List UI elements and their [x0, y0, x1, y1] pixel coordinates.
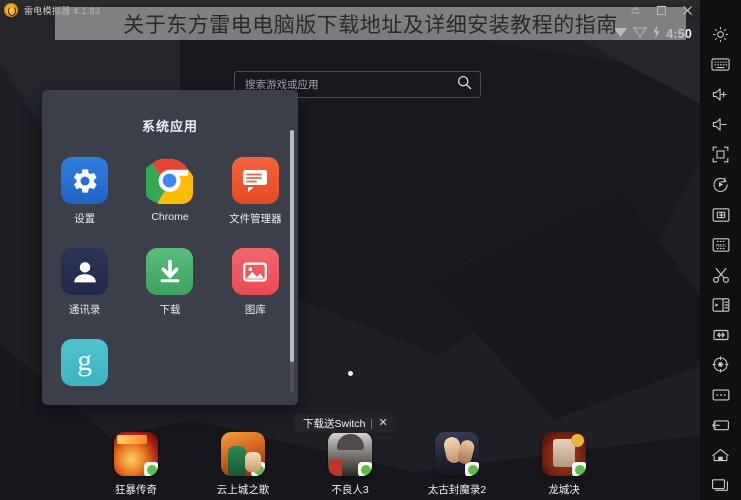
drawer-scrollbar[interactable]	[290, 130, 294, 392]
drawer-app-download[interactable]: 下载	[127, 248, 212, 317]
drawer-app-file-manager[interactable]: 文件管理器	[213, 157, 298, 226]
ldplayer-emulator-window: 雷电模拟器 4.1.83	[0, 0, 741, 500]
dock-app-label: 龙城决	[548, 484, 580, 496]
promo-text: 下载送Switch	[303, 418, 366, 430]
ld-store-badge	[572, 462, 586, 476]
settings-button[interactable]	[700, 19, 741, 49]
svg-text:REC: REC	[715, 243, 726, 249]
drawer-scrollbar-thumb[interactable]	[290, 130, 294, 362]
location-button[interactable]	[700, 350, 741, 380]
dock-app-5[interactable]: 龙城决	[533, 432, 595, 497]
drawer-app-label: 通讯录	[68, 304, 101, 316]
ld-store-badge	[358, 462, 372, 476]
page-dot[interactable]	[347, 371, 353, 376]
drawer-app-label: Chrome	[151, 211, 189, 223]
recent-apps-button[interactable]	[700, 470, 741, 500]
android-screen[interactable]: 4:50 搜索游戏或应用 系统应用 设置	[0, 20, 700, 500]
video-record-button[interactable]: REC	[700, 230, 741, 260]
macro-record-button[interactable]	[700, 170, 741, 200]
keyboard-icon	[711, 57, 730, 72]
contacts-person-icon	[61, 248, 109, 295]
system-apps-drawer[interactable]: 系统应用 设置 Chrome 文件管理器 通讯录 下载 图库 g	[42, 90, 298, 405]
search-icon[interactable]	[457, 75, 472, 95]
drawer-app-label: 设置	[74, 213, 96, 225]
game-icon-taigufengmolu2	[435, 432, 479, 476]
article-title-text: 关于东方雷电电脑版下载地址及详细安装教程的指南	[123, 12, 618, 37]
game-icon-buliangren3	[328, 432, 372, 476]
volume-down-button[interactable]	[700, 109, 741, 139]
shake-icon	[712, 327, 730, 343]
file-manager-icon	[231, 157, 279, 204]
ld-store-badge	[144, 462, 158, 476]
multi-window-icon	[712, 297, 730, 313]
screenshot-icon	[712, 207, 730, 223]
drawer-app-label: 文件管理器	[229, 213, 282, 225]
drawer-app-gallery[interactable]: 图库	[213, 248, 298, 317]
dock-app-2[interactable]: 云上城之歌	[212, 432, 274, 497]
drawer-app-label: 图库	[244, 304, 266, 316]
ldplayer-logo-icon	[4, 3, 18, 17]
ld-store-badge	[465, 462, 479, 476]
ellipsis-icon	[712, 388, 730, 402]
back-arrow-icon	[711, 417, 730, 432]
home-dock: 狂暴传奇 云上城之歌 不良人3 太古封魔录2 龙城决	[0, 432, 700, 497]
home-button[interactable]	[700, 440, 741, 470]
shake-button[interactable]	[700, 320, 741, 350]
more-button[interactable]	[700, 380, 741, 410]
home-icon	[711, 447, 730, 463]
keyboard-mapping-button[interactable]	[700, 49, 741, 79]
recent-apps-icon	[711, 477, 730, 493]
gallery-photo-icon	[231, 248, 279, 295]
dock-app-label: 太古封魔录2	[427, 484, 487, 496]
volume-down-icon	[711, 116, 730, 133]
scissors-icon	[712, 266, 730, 284]
drawer-app-google[interactable]: g	[42, 339, 127, 393]
article-title-overlay: 关于东方雷电电脑版下载地址及详细安装教程的指南	[55, 7, 686, 40]
ld-store-badge	[251, 462, 265, 476]
game-icon-kuangbaochuanqi	[114, 432, 158, 476]
drawer-app-label: 下载	[159, 304, 181, 316]
settings-gear-icon	[61, 157, 109, 204]
dock-app-1[interactable]: 狂暴传奇	[105, 432, 167, 497]
dock-app-4[interactable]: 太古封魔录2	[426, 432, 488, 497]
emulator-toolbar: REC	[700, 0, 741, 500]
dock-app-label: 不良人3	[331, 484, 369, 496]
location-circle-icon	[712, 356, 729, 373]
game-icon-longchengjue	[542, 432, 586, 476]
fullscreen-icon	[712, 146, 729, 163]
google-g-icon: g	[61, 339, 109, 386]
volume-up-button[interactable]	[700, 79, 741, 109]
download-arrow-icon	[146, 248, 194, 295]
dock-app-3[interactable]: 不良人3	[319, 432, 381, 497]
scissors-button[interactable]	[700, 260, 741, 290]
drawer-title: 系统应用	[141, 119, 198, 134]
volume-up-icon	[711, 86, 730, 103]
fullscreen-button[interactable]	[700, 140, 741, 170]
multi-instance-button[interactable]	[700, 290, 741, 320]
promo-separator	[371, 418, 373, 429]
drawer-app-contacts[interactable]: 通讯录	[42, 248, 127, 317]
promo-close-icon[interactable]: ✕	[378, 418, 387, 429]
dock-app-label: 云上城之歌	[216, 484, 270, 496]
screenshot-button[interactable]	[700, 200, 741, 230]
drawer-app-settings[interactable]: 设置	[42, 157, 127, 226]
drawer-app-grid: 设置 Chrome 文件管理器 通讯录 下载 图库 g	[42, 157, 298, 393]
record-frame-icon: REC	[712, 237, 730, 253]
promo-banner[interactable]: 下载送Switch ✕	[294, 414, 395, 433]
chrome-icon	[146, 157, 194, 204]
dock-app-label: 狂暴传奇	[115, 484, 157, 496]
back-button[interactable]	[700, 410, 741, 440]
game-icon-yunshangchengzhige	[221, 432, 265, 476]
play-circle-icon	[712, 176, 729, 193]
drawer-app-chrome[interactable]: Chrome	[127, 157, 212, 226]
gear-icon	[712, 26, 729, 43]
